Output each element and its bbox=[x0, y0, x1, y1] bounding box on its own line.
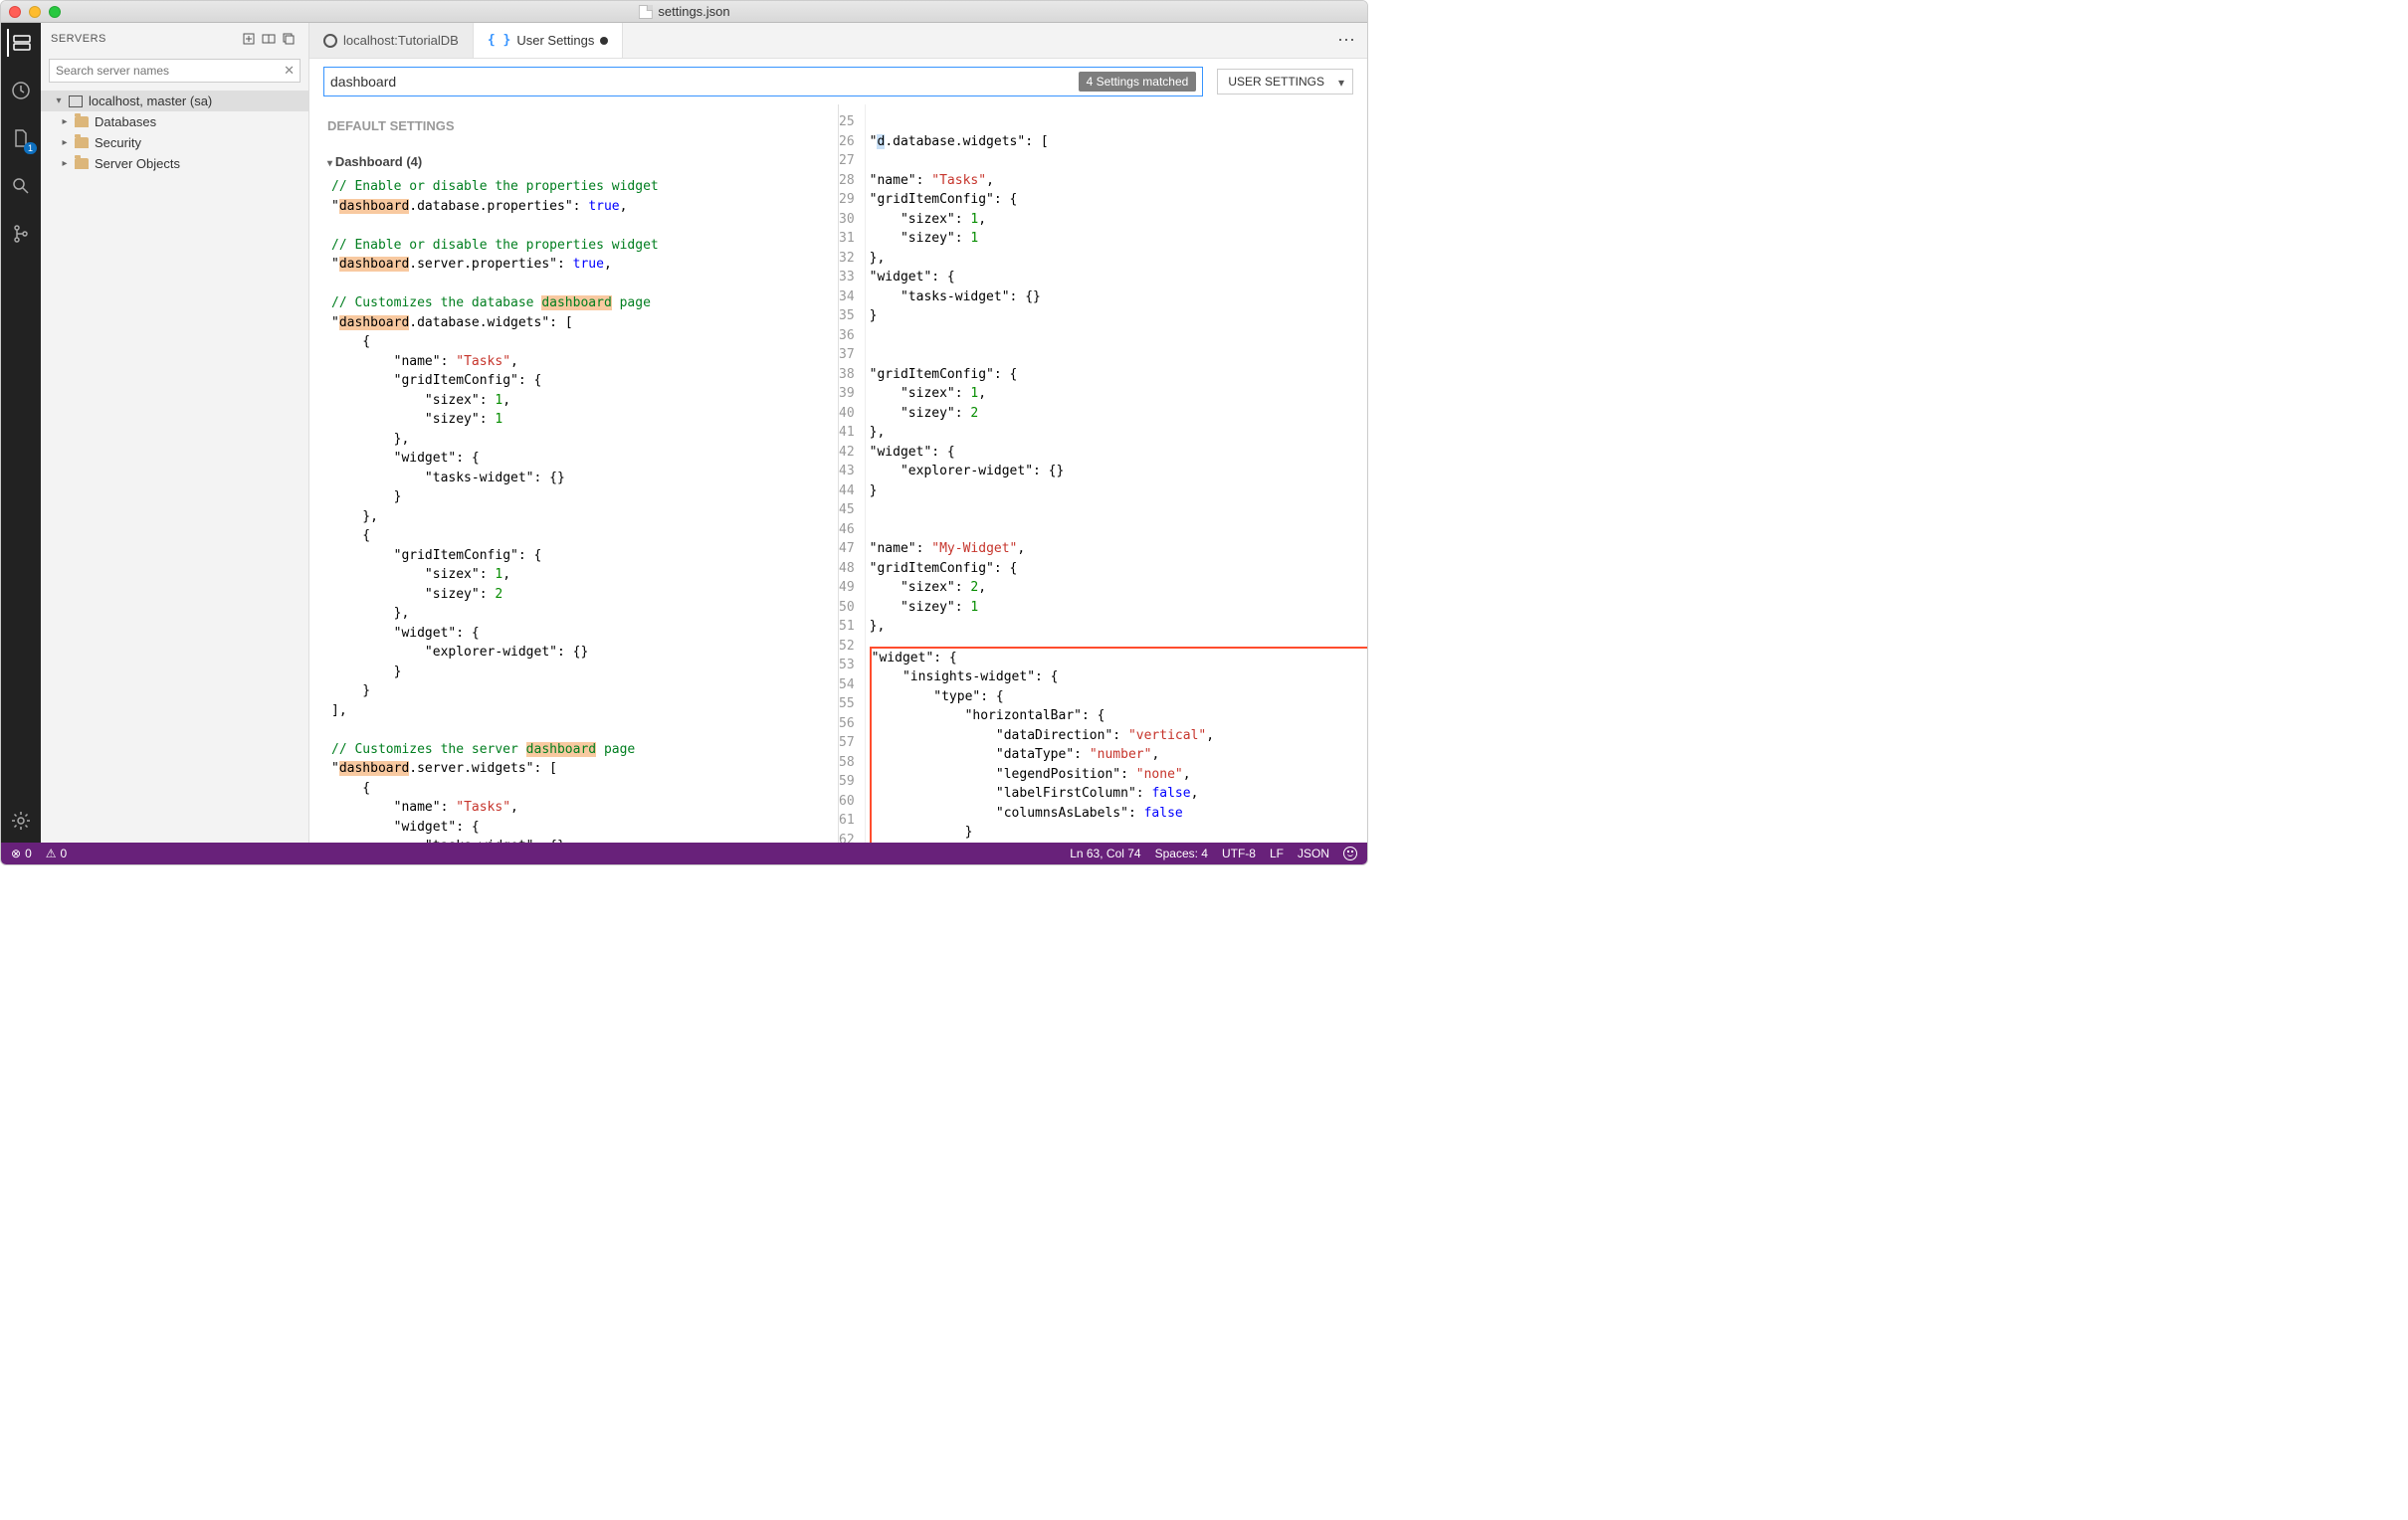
server-tree: ▾ localhost, master (sa) ▸ Databases ▸ S… bbox=[41, 87, 308, 178]
close-window-button[interactable] bbox=[9, 6, 21, 18]
tree-item-security[interactable]: ▸ Security bbox=[41, 132, 308, 153]
widget-highlight-box: "widget": { "insights-widget": { "type":… bbox=[870, 647, 1367, 844]
scope-label: USER SETTINGS bbox=[1228, 75, 1324, 89]
tab-label: localhost:TutorialDB bbox=[343, 33, 459, 48]
folder-icon bbox=[75, 137, 89, 148]
status-eol[interactable]: LF bbox=[1270, 847, 1284, 860]
tab-label: User Settings bbox=[516, 33, 594, 48]
default-settings-title: DEFAULT SETTINGS bbox=[327, 112, 838, 146]
status-language[interactable]: JSON bbox=[1298, 847, 1329, 860]
settings-matched-badge: 4 Settings matched bbox=[1079, 72, 1197, 92]
history-activity-icon[interactable] bbox=[7, 77, 35, 104]
collapse-all-icon[interactable] bbox=[279, 29, 299, 49]
user-settings-editor[interactable]: 2526272829303132333435363738394041424344… bbox=[839, 104, 1367, 843]
settings-group-dashboard[interactable]: Dashboard (4) bbox=[327, 146, 838, 178]
status-bar: ⊗ 0 ⚠ 0 Ln 63, Col 74 Spaces: 4 UTF-8 LF… bbox=[1, 843, 1367, 864]
editor-tabs: localhost:TutorialDB { } User Settings ⋯ bbox=[309, 23, 1367, 59]
traffic-lights bbox=[9, 6, 61, 18]
settings-search-input[interactable] bbox=[330, 74, 1079, 90]
database-icon bbox=[323, 34, 337, 48]
tree-item-databases[interactable]: ▸ Databases bbox=[41, 111, 308, 132]
sidebar: SERVERS ✕ ▾ localhost, master (sa) ▸ Dat… bbox=[41, 23, 309, 843]
tree-item-label: Security bbox=[95, 135, 141, 150]
maximize-window-button[interactable] bbox=[49, 6, 61, 18]
new-group-icon[interactable] bbox=[259, 29, 279, 49]
status-encoding[interactable]: UTF-8 bbox=[1222, 847, 1256, 860]
source-control-activity-icon[interactable] bbox=[7, 220, 35, 248]
files-badge: 1 bbox=[24, 142, 37, 154]
servers-activity-icon[interactable] bbox=[7, 29, 35, 57]
activity-bar: 1 bbox=[1, 23, 41, 843]
window-title: settings.json bbox=[638, 4, 729, 19]
dirty-indicator-icon bbox=[600, 37, 608, 45]
folder-icon bbox=[75, 158, 89, 169]
clear-search-icon[interactable]: ✕ bbox=[284, 63, 295, 79]
settings-gear-icon[interactable] bbox=[7, 807, 35, 835]
tab-localhost-tutorialdb[interactable]: localhost:TutorialDB bbox=[309, 23, 474, 58]
titlebar: settings.json bbox=[1, 1, 1367, 23]
braces-icon: { } bbox=[488, 33, 510, 48]
status-feedback-icon[interactable] bbox=[1343, 847, 1357, 860]
tree-root-label: localhost, master (sa) bbox=[89, 94, 212, 108]
tree-item-label: Server Objects bbox=[95, 156, 180, 171]
status-errors[interactable]: ⊗ 0 bbox=[11, 847, 32, 860]
server-icon bbox=[69, 95, 83, 107]
default-settings-pane[interactable]: DEFAULT SETTINGS Dashboard (4) ✎ // Enab… bbox=[309, 104, 839, 843]
files-activity-icon[interactable]: 1 bbox=[7, 124, 35, 152]
window-title-text: settings.json bbox=[658, 4, 729, 19]
sidebar-title: SERVERS bbox=[51, 33, 239, 45]
tree-item-server-objects[interactable]: ▸ Server Objects bbox=[41, 153, 308, 174]
status-ln-col[interactable]: Ln 63, Col 74 bbox=[1070, 847, 1140, 860]
file-icon bbox=[638, 5, 652, 19]
user-settings-code[interactable]: "d.database.widgets": [ "name": "Tasks",… bbox=[866, 104, 1367, 843]
folder-icon bbox=[75, 116, 89, 127]
minimize-window-button[interactable] bbox=[29, 6, 41, 18]
tree-server-root[interactable]: ▾ localhost, master (sa) bbox=[41, 91, 308, 111]
tree-item-label: Databases bbox=[95, 114, 156, 129]
line-gutter: 2526272829303132333435363738394041424344… bbox=[839, 104, 866, 843]
status-warnings[interactable]: ⚠ 0 bbox=[46, 847, 67, 860]
search-activity-icon[interactable] bbox=[7, 172, 35, 200]
tab-overflow-button[interactable]: ⋯ bbox=[1325, 23, 1367, 58]
settings-search-container: 4 Settings matched bbox=[323, 67, 1203, 96]
tab-user-settings[interactable]: { } User Settings bbox=[474, 23, 624, 58]
status-spaces[interactable]: Spaces: 4 bbox=[1155, 847, 1208, 860]
new-connection-icon[interactable] bbox=[239, 29, 259, 49]
server-search-input[interactable] bbox=[49, 59, 301, 83]
settings-scope-dropdown[interactable]: USER SETTINGS bbox=[1217, 69, 1353, 95]
default-settings-code: ✎ // Enable or disable the properties wi… bbox=[327, 177, 838, 843]
